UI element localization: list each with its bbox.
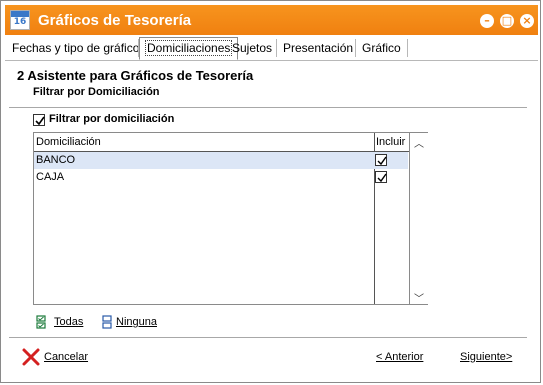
cancel-x-icon[interactable]: [21, 347, 41, 367]
minimize-icon: –: [484, 14, 490, 27]
close-button[interactable]: ×: [520, 14, 534, 28]
maximize-icon: □: [501, 14, 513, 27]
previous-button[interactable]: < Anterior: [376, 351, 423, 363]
include-checkbox[interactable]: [375, 171, 387, 183]
title-bar: 16 Gráficos de Tesorería – □ ×: [5, 5, 538, 35]
tab-grafico[interactable]: Gráfico: [357, 38, 406, 58]
wizard-window: 16 Gráficos de Tesorería – □ × Fechas y …: [0, 0, 541, 383]
close-icon: ×: [522, 14, 532, 27]
row-name: BANCO: [36, 154, 76, 166]
app-icon-number: 16: [13, 17, 27, 27]
vertical-scrollbar[interactable]: ︿ ﹀: [409, 133, 428, 305]
filter-label: Filtrar por domiciliación: [49, 113, 175, 125]
table-row[interactable]: BANCO: [34, 152, 408, 169]
footer-divider: [9, 337, 527, 338]
select-all-icon[interactable]: [36, 315, 46, 329]
cancel-button[interactable]: Cancelar: [44, 351, 88, 363]
row-name: CAJA: [36, 171, 65, 183]
tab-domiciliaciones-label: Domiciliaciones: [145, 40, 233, 56]
grid-header: Domiciliación Incluir: [34, 133, 409, 152]
next-button[interactable]: Siguiente>: [460, 351, 512, 363]
tab-sujetos[interactable]: Sujetos: [227, 38, 277, 58]
minimize-button[interactable]: –: [480, 14, 494, 28]
filter-checkbox[interactable]: [33, 114, 45, 126]
step-subtitle: Filtrar por Domiciliación: [33, 86, 160, 98]
tab-domiciliaciones[interactable]: Domiciliaciones: [139, 37, 239, 60]
select-none-link[interactable]: Ninguna: [116, 316, 157, 328]
step-title: 2 Asistente para Gráficos de Tesorería: [17, 68, 254, 83]
checkmark-icon: [377, 173, 387, 183]
tab-bar: Fechas y tipo de gráfico Domiciliaciones…: [5, 36, 538, 61]
scroll-down-icon[interactable]: ﹀: [410, 290, 428, 305]
column-header-incluir[interactable]: Incluir: [376, 136, 405, 148]
column-header-domiciliacion[interactable]: Domiciliación: [36, 136, 101, 148]
tab-fechas[interactable]: Fechas y tipo de gráfico: [7, 38, 144, 58]
select-none-icon[interactable]: [102, 315, 112, 329]
scroll-up-icon[interactable]: ︿: [410, 135, 428, 150]
tab-presentacion[interactable]: Presentación: [278, 38, 358, 58]
checkmark-icon: [377, 156, 387, 166]
include-checkbox[interactable]: [375, 154, 387, 166]
header-divider: [9, 107, 527, 108]
window-title: Gráficos de Tesorería: [38, 12, 192, 29]
domiciliacion-grid: Domiciliación Incluir BANCO CAJA ︿ ﹀: [33, 132, 428, 305]
calendar-app-icon: 16: [10, 10, 30, 30]
table-row[interactable]: CAJA: [34, 169, 408, 186]
select-all-link[interactable]: Todas: [54, 316, 83, 328]
checkmark-icon: [35, 116, 45, 126]
maximize-button[interactable]: □: [500, 14, 514, 28]
